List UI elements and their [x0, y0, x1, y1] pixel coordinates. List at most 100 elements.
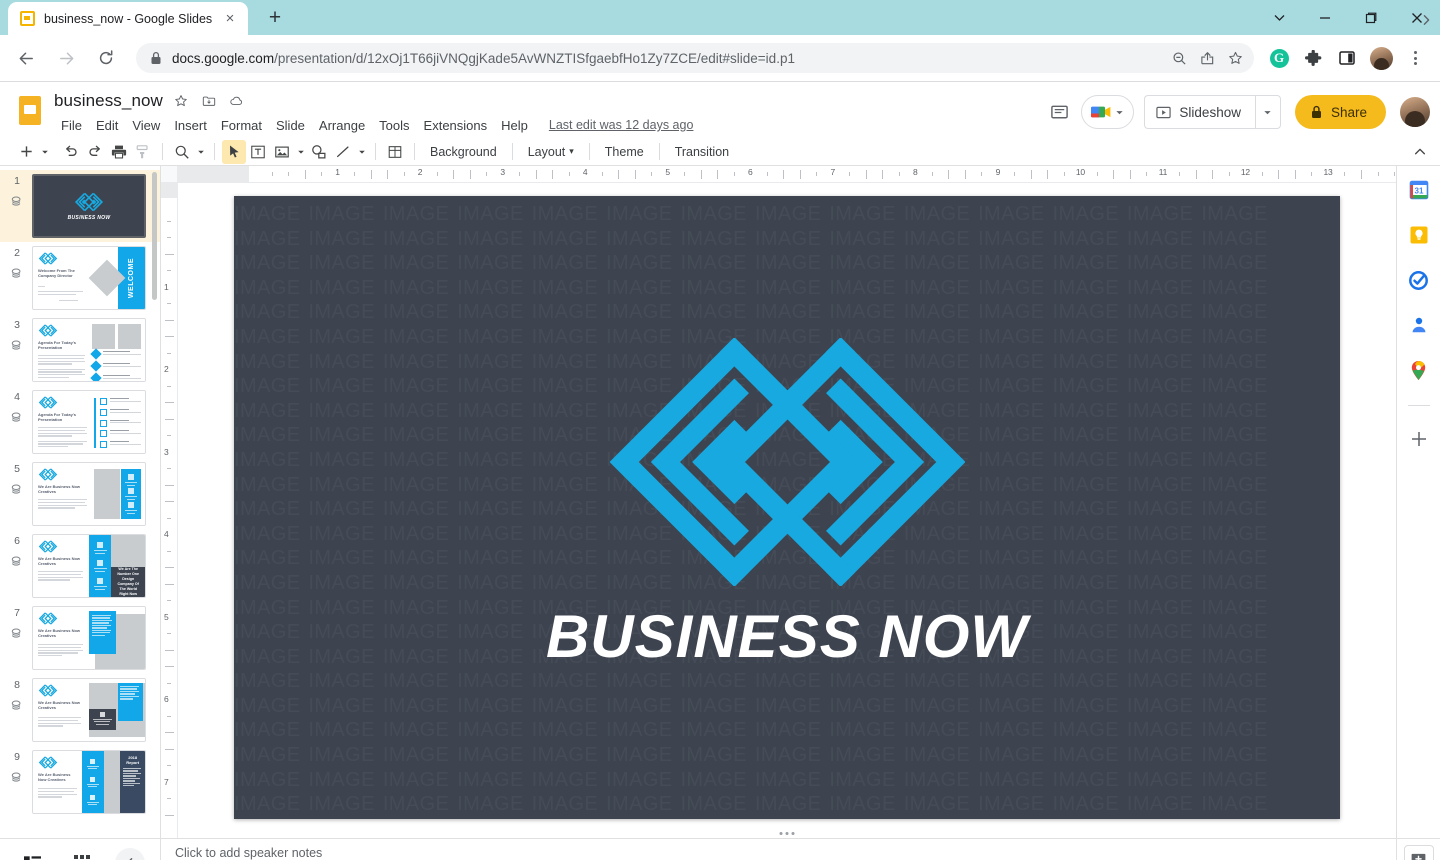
slide-thumbnail[interactable]: We Are Business Now Creatives — [32, 606, 146, 670]
grammarly-icon[interactable]: G — [1264, 43, 1294, 73]
address-bar[interactable]: docs.google.com/presentation/d/12xOj1T66… — [136, 43, 1254, 73]
filmstrip-scrollbar[interactable] — [152, 172, 157, 300]
document-title[interactable]: business_now — [54, 91, 163, 111]
puzzle-extensions-icon[interactable] — [1298, 43, 1328, 73]
slideshow-button[interactable]: Slideshow — [1144, 95, 1255, 129]
redo-button[interactable] — [83, 140, 107, 164]
side-panel-icon[interactable] — [1332, 43, 1362, 73]
transition-icon[interactable] — [10, 194, 24, 208]
move-to-folder-icon[interactable] — [199, 91, 219, 111]
theme-button[interactable]: Theme — [597, 142, 652, 162]
transition-button[interactable]: Transition — [667, 142, 737, 162]
expand-rail-chevron-icon[interactable] — [1420, 14, 1432, 838]
maximize-icon[interactable] — [1348, 0, 1394, 35]
grid-view-icon[interactable] — [67, 848, 97, 860]
shape-button[interactable] — [307, 140, 331, 164]
menu-slide[interactable]: Slide — [269, 116, 312, 135]
print-button[interactable] — [107, 140, 131, 164]
transition-icon[interactable] — [10, 482, 24, 496]
reload-icon[interactable] — [90, 42, 122, 74]
menu-arrange[interactable]: Arrange — [312, 116, 372, 135]
new-slide-caret[interactable] — [38, 148, 51, 156]
slide-thumbnail[interactable]: BUSINESS NOW — [32, 174, 146, 238]
share-button[interactable]: Share — [1294, 95, 1386, 129]
transition-icon[interactable] — [10, 338, 24, 352]
menu-tools[interactable]: Tools — [372, 116, 416, 135]
slide-thumbnail[interactable]: Agenda For Today's Presentation — [32, 390, 146, 454]
browser-tab[interactable]: business_now - Google Slides × — [8, 2, 248, 35]
transition-icon[interactable] — [10, 554, 24, 568]
share-icon[interactable] — [1194, 45, 1220, 71]
slide-thumbnail[interactable]: We Are Business Now Creatives — [32, 534, 146, 598]
transition-icon[interactable] — [10, 770, 24, 784]
vertical-ruler[interactable]: 1 2 3 4 5 6 7 — [161, 183, 178, 838]
menu-edit[interactable]: Edit — [89, 116, 125, 135]
menu-help[interactable]: Help — [494, 116, 535, 135]
transition-icon[interactable] — [10, 266, 24, 280]
bookmark-star-icon[interactable] — [1222, 45, 1248, 71]
filmstrip-slide-4[interactable]: 4 Agenda For Today's Presentation — [0, 386, 160, 458]
close-icon[interactable]: × — [220, 9, 240, 29]
new-slide-button[interactable] — [14, 140, 38, 164]
slide-canvas-area[interactable]: IMAGE IMAGE IMAGE IMAGE IMAGE IMAGE IMAG… — [178, 183, 1396, 838]
last-edit-status[interactable]: Last edit was 12 days ago — [549, 118, 694, 132]
menu-file[interactable]: File — [54, 116, 89, 135]
speaker-notes-panel[interactable]: Click to add speaker notes − + — [161, 839, 1396, 860]
notes-resize-handle[interactable] — [779, 832, 795, 835]
google-slides-logo[interactable] — [12, 92, 48, 128]
text-box-button[interactable] — [246, 140, 270, 164]
insert-image-caret[interactable] — [294, 148, 307, 156]
filmstrip-view-icon[interactable] — [15, 850, 49, 860]
slide-brand-title[interactable]: BUSINESS NOW — [546, 602, 1028, 671]
background-button[interactable]: Background — [422, 142, 505, 162]
comment-icon[interactable] — [1041, 94, 1077, 130]
minimize-icon[interactable] — [1302, 0, 1348, 35]
slide-thumbnail[interactable]: We Are Business Now Creatives — [32, 462, 146, 526]
profile-avatar[interactable] — [1366, 43, 1396, 73]
filmstrip-slide-2[interactable]: 2 Welcome From The Company Director WELC… — [0, 242, 160, 314]
explore-icon[interactable] — [1403, 845, 1434, 860]
slide-filmstrip[interactable]: 1 BUSINESS NOW 2 Welcome From The Compan… — [0, 166, 161, 838]
slide-thumbnail[interactable]: We Are Business Now Creatives — [32, 678, 146, 742]
zoom-tool-button[interactable] — [170, 140, 194, 164]
current-slide[interactable]: IMAGE IMAGE IMAGE IMAGE IMAGE IMAGE IMAG… — [234, 196, 1340, 819]
zoom-out-icon[interactable] — [1166, 45, 1192, 71]
filmstrip-slide-6[interactable]: 6 We Are Business Now Creatives We Are T… — [0, 530, 160, 602]
transition-icon[interactable] — [10, 698, 24, 712]
select-tool-button[interactable] — [222, 139, 246, 164]
menu-format[interactable]: Format — [214, 116, 269, 135]
new-tab-button[interactable]: + — [262, 4, 288, 30]
menu-insert[interactable]: Insert — [167, 116, 214, 135]
slide-thumbnail[interactable]: We Are Business Now Creatives — [32, 750, 146, 814]
filmstrip-slide-5[interactable]: 5 We Are Business Now Creatives — [0, 458, 160, 530]
business-now-logo[interactable] — [609, 338, 965, 586]
filmstrip-slide-3[interactable]: 3 Agenda For Today's Presentation — [0, 314, 160, 386]
slide-thumbnail[interactable]: Agenda For Today's Presentation — [32, 318, 146, 382]
zoom-tool-caret[interactable] — [194, 148, 207, 156]
filmstrip-slide-9[interactable]: 9 We Are Business Now Creatives 2018 Rep… — [0, 746, 160, 818]
collapse-filmstrip-button[interactable] — [115, 848, 145, 860]
line-button[interactable] — [331, 140, 355, 164]
horizontal-ruler[interactable]: 1 2 3 4 5 6 7 8 9 10 11 12 13 — [161, 166, 1396, 183]
chevron-down-icon[interactable] — [1256, 0, 1302, 35]
insert-table-button[interactable] — [383, 140, 407, 164]
insert-image-button[interactable] — [270, 140, 294, 164]
filmstrip-slide-7[interactable]: 7 We Are Business Now Creatives — [0, 602, 160, 674]
transition-icon[interactable] — [10, 626, 24, 640]
google-meet-button[interactable] — [1081, 95, 1135, 129]
menu-view[interactable]: View — [125, 116, 167, 135]
back-arrow-icon[interactable] — [10, 42, 42, 74]
filmstrip-slide-8[interactable]: 8 We Are Business Now Creatives — [0, 674, 160, 746]
paint-format-button[interactable] — [131, 140, 155, 164]
menu-extensions[interactable]: Extensions — [417, 116, 495, 135]
filmstrip-slide-1[interactable]: 1 BUSINESS NOW — [0, 170, 160, 242]
slide-thumbnail[interactable]: Welcome From The Company Director WELCOM… — [32, 246, 146, 310]
transition-icon[interactable] — [10, 410, 24, 424]
layout-button[interactable]: Layout ▾ — [520, 142, 582, 162]
line-caret[interactable] — [355, 148, 368, 156]
cloud-saved-icon[interactable] — [227, 91, 247, 111]
slideshow-dropdown-caret[interactable] — [1254, 95, 1281, 129]
star-icon[interactable] — [171, 91, 191, 111]
speaker-notes-placeholder[interactable]: Click to add speaker notes — [161, 839, 1396, 860]
window-close-icon[interactable] — [1394, 0, 1440, 35]
